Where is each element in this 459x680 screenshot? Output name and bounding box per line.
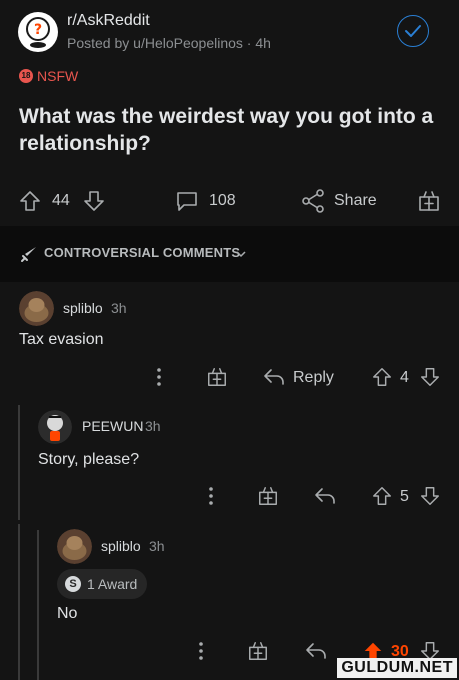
comment-age: 3h	[149, 538, 165, 554]
reply-button[interactable]	[262, 366, 286, 388]
gift-icon	[419, 191, 439, 211]
comment-count: 108	[209, 192, 236, 209]
comment-username[interactable]: spliblo	[63, 300, 103, 316]
vertical-dots-icon	[209, 487, 213, 505]
nsfw-tag: 18 NSFW	[19, 68, 78, 84]
post-title[interactable]: What was the weirdest way you got into a…	[19, 103, 439, 157]
vertical-dots-icon	[199, 642, 203, 660]
post-downvote-button[interactable]	[82, 189, 106, 213]
comment-body: Tax evasion	[19, 331, 104, 348]
downvote-arrow-icon	[84, 191, 104, 211]
more-options-button[interactable]	[191, 640, 211, 662]
reply-button[interactable]	[313, 485, 337, 507]
comment-body: No	[57, 605, 78, 622]
svg-text:?: ?	[34, 22, 42, 38]
joined-check-button[interactable]	[397, 15, 429, 47]
upvote-arrow-icon	[20, 191, 40, 211]
comment-body: Story, please?	[38, 451, 140, 468]
vertical-dots-icon	[157, 368, 161, 386]
give-award-button[interactable]	[206, 366, 228, 388]
more-options-button[interactable]	[201, 485, 221, 507]
reply-arrow-icon	[315, 488, 335, 504]
more-options-button[interactable]	[149, 366, 169, 388]
give-award-button[interactable]	[247, 640, 269, 662]
comment-downvote-button[interactable]	[419, 366, 441, 388]
downvote-arrow-icon	[421, 487, 439, 505]
share-label[interactable]: Share	[334, 192, 377, 210]
thread-line[interactable]	[18, 405, 20, 520]
thread-line[interactable]	[37, 530, 39, 680]
share-button[interactable]	[300, 188, 326, 214]
comments-button[interactable]	[174, 188, 200, 214]
gift-icon	[259, 487, 277, 505]
share-icon	[302, 189, 324, 213]
comment-upvote-button[interactable]	[371, 485, 393, 507]
comment-vote-count: 4	[400, 369, 409, 386]
subreddit-avatar[interactable]: ?	[18, 12, 58, 52]
commenter-avatar[interactable]	[57, 529, 92, 564]
award-count: 1 Award	[87, 576, 138, 592]
comment-downvote-button[interactable]	[419, 485, 441, 507]
post-upvote-button[interactable]	[18, 189, 42, 213]
give-award-button[interactable]	[257, 485, 279, 507]
post-meta: Posted by u/HeloPeopelinos · 4h	[67, 35, 271, 51]
post-vote-count: 44	[52, 192, 70, 209]
sword-icon	[19, 244, 39, 264]
chevron-down-icon[interactable]	[235, 248, 247, 260]
comment-bubble-icon	[177, 192, 197, 211]
comment-username[interactable]: PEEWUN	[82, 418, 143, 434]
nsfw-18-icon: 18	[19, 69, 33, 83]
sort-label[interactable]: CONTROVERSIAL COMMENTS	[44, 245, 240, 260]
award-chip[interactable]: S 1 Award	[57, 569, 148, 599]
comment-upvote-button[interactable]	[371, 366, 393, 388]
thread-line[interactable]	[18, 524, 20, 680]
upvote-arrow-icon	[373, 368, 391, 386]
gift-icon	[208, 368, 226, 386]
comment-username[interactable]: spliblo	[101, 538, 141, 554]
gift-icon	[249, 642, 267, 660]
reply-button[interactable]	[304, 640, 328, 662]
watermark: GULDUM.NET	[337, 658, 457, 678]
downvote-arrow-icon	[421, 368, 439, 386]
reply-label[interactable]: Reply	[293, 369, 334, 387]
silver-award-icon: S	[65, 576, 81, 592]
check-icon	[405, 25, 421, 37]
commenter-avatar[interactable]	[19, 291, 54, 326]
give-award-button[interactable]	[417, 189, 441, 213]
upvote-arrow-icon	[373, 487, 391, 505]
comment-vote-count: 5	[400, 488, 409, 505]
reply-arrow-icon	[306, 643, 326, 659]
commenter-avatar[interactable]	[38, 410, 72, 444]
comment-age: 3h	[111, 300, 127, 316]
nsfw-label: NSFW	[37, 68, 79, 84]
subreddit-name[interactable]: r/AskReddit	[67, 12, 150, 30]
reply-arrow-icon	[264, 369, 284, 385]
comment-age: 3h	[145, 418, 161, 434]
